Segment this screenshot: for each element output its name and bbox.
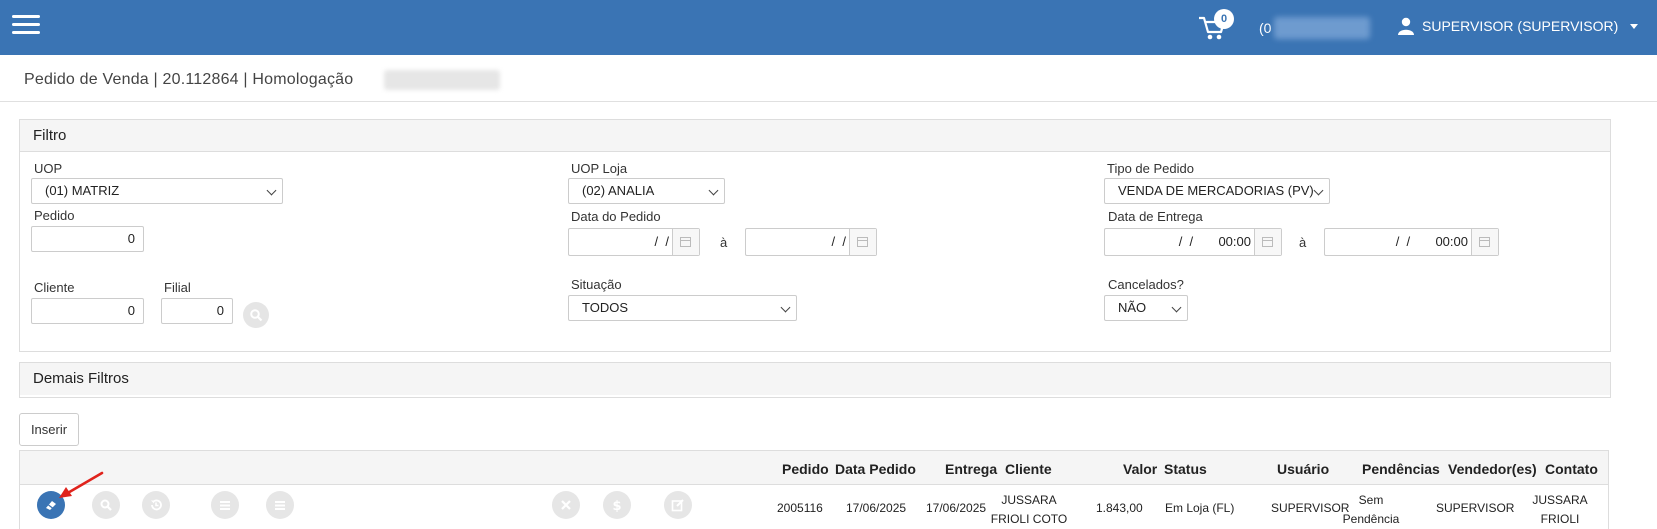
cell-vendedores: SUPERVISOR — [1436, 501, 1515, 515]
situacao-label: Situação — [571, 277, 622, 292]
list-button[interactable] — [211, 491, 239, 519]
redacted-environment — [384, 70, 500, 90]
list-icon — [275, 501, 285, 510]
cell-pendencias: Sem Pendência — [1342, 493, 1400, 526]
cliente-input[interactable]: 0 — [31, 298, 144, 324]
data-pedido-to-value: / / — [824, 234, 846, 249]
data-pedido-label: Data do Pedido — [571, 209, 661, 224]
calendar-icon[interactable] — [672, 229, 699, 255]
col-vendedores[interactable]: Vendedor(es) — [1448, 461, 1537, 477]
history-icon — [151, 499, 162, 511]
search-icon — [100, 499, 112, 511]
list-icon — [220, 501, 230, 510]
col-data-pedido[interactable]: Data Pedido — [835, 461, 916, 477]
chevron-down-icon — [780, 302, 791, 313]
col-usuario[interactable]: Usuário — [1277, 461, 1329, 477]
col-pendencias[interactable]: Pendências — [1362, 461, 1440, 477]
chevron-down-icon — [1171, 302, 1182, 313]
cell-valor: 1.843,00 — [1096, 501, 1143, 515]
uop-label: UOP — [34, 161, 63, 176]
insert-button[interactable]: Inserir — [19, 413, 79, 446]
redacted-code — [1274, 17, 1370, 39]
uop-select[interactable]: (01) MATRIZ — [31, 178, 283, 204]
data-entrega-from-input[interactable]: / / 00:00 — [1104, 228, 1282, 256]
eraser-icon — [46, 501, 56, 510]
cancelados-label: Cancelados? — [1108, 277, 1184, 292]
cancel-order-button[interactable] — [552, 491, 580, 519]
chevron-down-icon — [708, 185, 719, 196]
cell-contato: JUSSARA FRIOLI — [1532, 493, 1588, 526]
payment-button[interactable]: $ — [603, 491, 631, 519]
filial-input[interactable]: 0 — [161, 298, 233, 324]
dollar-icon: $ — [612, 499, 621, 512]
top-navbar: 0 (0 SUPERVISOR (SUPERVISOR) — [0, 0, 1657, 55]
date-range-separator: à — [1299, 235, 1307, 250]
data-entrega-to-input[interactable]: / / 00:00 — [1324, 228, 1499, 256]
chevron-down-icon — [1313, 185, 1324, 196]
calendar-icon[interactable] — [1471, 229, 1498, 255]
table-header: Pedido Data Pedido Entrega Cliente Valor… — [20, 451, 1608, 485]
filial-label: Filial — [164, 280, 191, 295]
cancelados-value: NÃO — [1118, 300, 1147, 315]
search-icon — [250, 309, 263, 322]
orders-table: Pedido Data Pedido Entrega Cliente Valor… — [19, 450, 1609, 529]
tipo-pedido-value: VENDA DE MERCADORIAS (PV) — [1118, 183, 1314, 198]
calendar-icon[interactable] — [849, 229, 876, 255]
situacao-value: TODOS — [582, 300, 628, 315]
col-status[interactable]: Status — [1164, 461, 1207, 477]
cell-data-pedido: 17/06/2025 — [846, 501, 907, 515]
col-entrega[interactable]: Entrega — [945, 461, 997, 477]
menu-icon[interactable] — [12, 15, 40, 37]
uop-loja-select[interactable]: (02) ANALIA — [568, 178, 725, 204]
notes-button[interactable] — [664, 491, 692, 519]
uop-loja-label: UOP Loja — [571, 161, 628, 176]
page-title: Pedido de Venda | 20.112864 | Homologaçã… — [24, 71, 354, 88]
tipo-pedido-select[interactable]: VENDA DE MERCADORIAS (PV) — [1104, 178, 1330, 204]
cliente-label: Cliente — [34, 280, 75, 295]
uop-loja-value: (02) ANALIA — [582, 183, 655, 198]
cell-pedido: 2005116 — [777, 501, 823, 515]
data-entrega-to-value: / / 00:00 — [1388, 234, 1468, 249]
calendar-icon[interactable] — [1254, 229, 1281, 255]
col-valor[interactable]: Valor — [1123, 461, 1157, 477]
company-code: (0 — [1259, 20, 1272, 36]
col-pedido[interactable]: Pedido — [782, 461, 829, 477]
filter-panel-header[interactable]: Filtro — [20, 120, 1610, 152]
cell-entrega: 17/06/2025 — [926, 501, 987, 515]
cell-cliente: JUSSARA FRIOLI COTO — [990, 493, 1068, 526]
more-filters-header[interactable]: Demais Filtros — [20, 363, 1610, 395]
data-entrega-from-value: / / 00:00 — [1171, 234, 1251, 249]
col-cliente[interactable]: Cliente — [1005, 461, 1052, 477]
col-contato[interactable]: Contato — [1545, 461, 1598, 477]
data-entrega-label: Data de Entrega — [1108, 209, 1203, 224]
svg-text:$: $ — [612, 499, 621, 512]
user-label: SUPERVISOR (SUPERVISOR) — [1422, 18, 1619, 34]
user-icon — [1398, 17, 1414, 35]
chevron-down-icon — [1630, 23, 1639, 29]
close-icon — [561, 500, 571, 510]
menu-list-button[interactable] — [266, 491, 294, 519]
history-button[interactable] — [142, 491, 170, 519]
pedido-input[interactable]: 0 — [31, 226, 144, 252]
cart-count-badge: 0 — [1214, 9, 1234, 29]
data-pedido-from-value: / / — [647, 234, 669, 249]
cancelados-select[interactable]: NÃO — [1104, 295, 1188, 321]
date-range-separator: à — [720, 235, 728, 250]
title-divider — [0, 101, 1657, 102]
edit-icon — [671, 499, 684, 512]
search-client-button[interactable] — [243, 302, 269, 328]
more-filters-panel: Demais Filtros — [19, 362, 1611, 398]
chevron-down-icon — [266, 185, 277, 196]
tipo-pedido-label: Tipo de Pedido — [1107, 161, 1194, 176]
annotation-arrow-icon — [59, 471, 104, 498]
uop-value: (01) MATRIZ — [45, 183, 120, 198]
pedido-label: Pedido — [34, 208, 75, 223]
user-menu[interactable]: SUPERVISOR (SUPERVISOR) — [1398, 17, 1639, 35]
situacao-select[interactable]: TODOS — [568, 295, 797, 321]
cell-status: Em Loja (FL) — [1165, 501, 1235, 515]
data-pedido-to-input[interactable]: / / — [745, 228, 877, 256]
data-pedido-from-input[interactable]: / / — [568, 228, 700, 256]
